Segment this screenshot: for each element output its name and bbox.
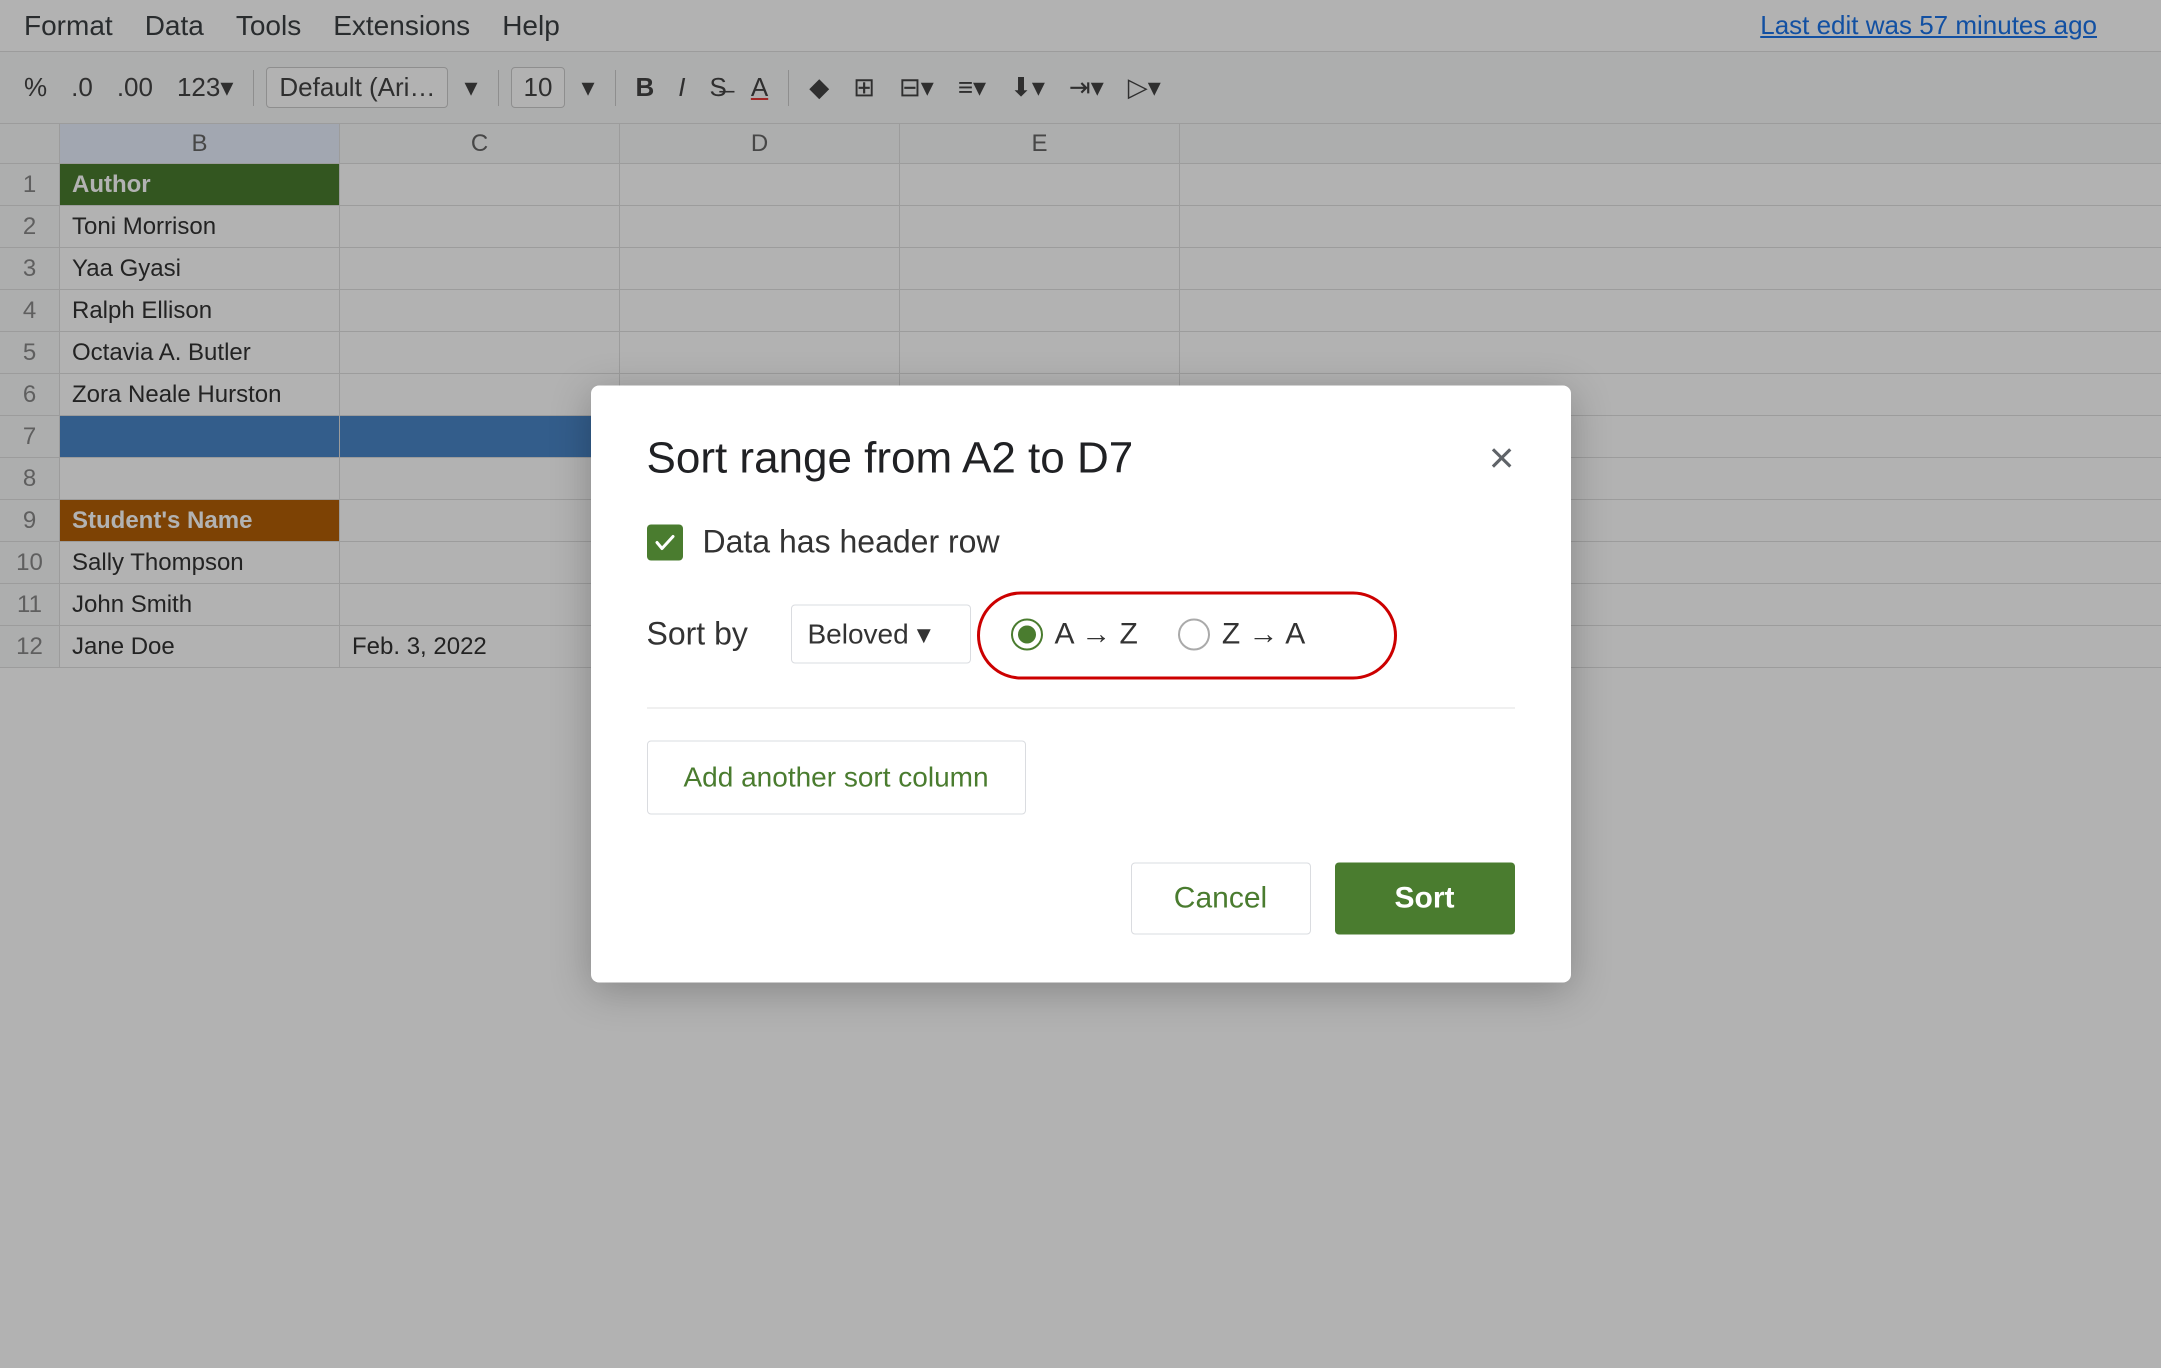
checkbox-label: Data has header row (703, 524, 1000, 561)
sort-column-arrow-icon: ▾ (917, 618, 931, 651)
add-sort-column-button[interactable]: Add another sort column (647, 741, 1026, 815)
radio-z-to-a-label: Z → A (1222, 617, 1305, 651)
checkbox-row: Data has header row (647, 524, 1515, 561)
radio-a-to-z[interactable]: A → Z (995, 609, 1154, 659)
dialog-divider (647, 708, 1515, 709)
sort-order-radio-group: A → Z Z → A (995, 609, 1322, 659)
radio-a-to-z-circle (1011, 618, 1043, 650)
radio-a-to-z-label: A → Z (1055, 617, 1138, 651)
sort-range-dialog: Sort range from A2 to D7 × Data has head… (591, 386, 1571, 983)
dialog-footer: Cancel Sort (647, 863, 1515, 935)
sort-column-value: Beloved (808, 618, 909, 650)
dialog-title: Sort range from A2 to D7 (647, 434, 1134, 484)
sort-button[interactable]: Sort (1335, 863, 1515, 935)
radio-z-to-a[interactable]: Z → A (1162, 609, 1321, 659)
sort-by-label: Sort by (647, 616, 767, 653)
header-row-checkbox[interactable] (647, 524, 683, 560)
sort-by-row: Sort by Beloved ▾ A → Z Z → A (647, 605, 1515, 664)
close-button[interactable]: × (1489, 437, 1515, 481)
sort-column-dropdown[interactable]: Beloved ▾ (791, 605, 971, 664)
radio-z-to-a-circle (1178, 618, 1210, 650)
dialog-header: Sort range from A2 to D7 × (647, 434, 1515, 484)
cancel-button[interactable]: Cancel (1131, 863, 1311, 935)
